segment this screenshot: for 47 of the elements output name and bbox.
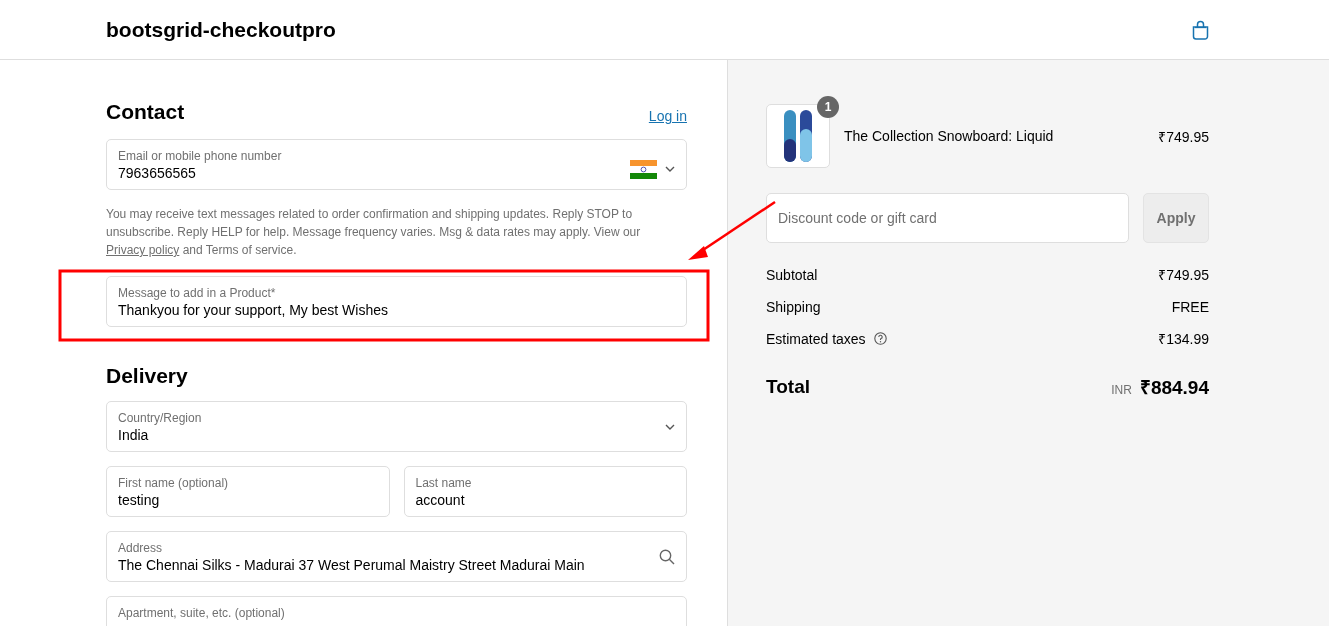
field-value: account — [415, 491, 466, 510]
summary-value: FREE — [1171, 298, 1209, 315]
field-label: Country/Region — [118, 411, 203, 426]
field-value: The Chennai Silks - Madurai 37 West Perumal Maistry Street Madurai Main — [118, 556, 586, 575]
product-name: The Collection Snowboard: Liquid — [844, 128, 1055, 144]
chevron-down-icon — [665, 424, 675, 430]
summary-label: Estimated taxes — [766, 330, 866, 347]
total-amount: ₹884.94 — [1139, 376, 1209, 400]
address-field[interactable]: Address The Chennai Silks - Madurai 37 West Perumal Maistry Street Madurai Main — [106, 531, 687, 582]
field-label: First name (optional) — [118, 476, 230, 491]
field-label: Apartment, suite, etc. (optional) — [118, 606, 286, 621]
discount-field[interactable]: Discount code or gift card — [766, 193, 1129, 243]
quantity-badge: 1 — [817, 96, 839, 118]
privacy-policy-link[interactable]: Privacy policy — [106, 243, 180, 257]
currency-code: INR — [1111, 383, 1132, 397]
search-icon — [659, 549, 675, 565]
summary-value: ₹134.99 — [1158, 330, 1209, 348]
field-value: India — [118, 426, 150, 445]
field-label: Address — [118, 541, 164, 556]
consent-text: You may receive text messages related to order confirmation and shipping updates. Reply STOP to unsubscribe. Reply HELP for help. Message frequency varies. Msg & data rates may apply. View our Privacy policy and Terms of service. — [106, 206, 642, 259]
summary-label: Subtotal — [766, 266, 818, 283]
snowboard-thumbnail — [766, 104, 830, 168]
text-field[interactable]: First name (optional) testing — [106, 466, 390, 517]
summary-label: Shipping — [766, 298, 821, 315]
total-label: Total — [766, 376, 810, 398]
apply-button[interactable]: Apply — [1143, 193, 1209, 243]
field-value: 7963656565 — [118, 164, 197, 183]
section-heading: Delivery — [106, 364, 189, 388]
text-field[interactable]: Apartment, suite, etc. (optional) — [106, 596, 687, 626]
text-field[interactable]: Last name account — [403, 466, 687, 517]
help-icon[interactable] — [873, 332, 887, 345]
phone-field[interactable]: Email or mobile phone number 7963656565 — [106, 139, 687, 190]
product-price: ₹749.95 — [1158, 127, 1209, 146]
field-value: Thankyou for your support, My best Wishes — [118, 301, 389, 320]
message-field[interactable]: Message to add in a Product* Thankyou for your support, My best Wishes — [106, 276, 687, 327]
select-field[interactable]: Country/Region India — [106, 401, 687, 452]
section-heading: Contact — [106, 100, 185, 124]
chevron-down-icon — [665, 166, 675, 172]
login-link[interactable]: Log in — [648, 108, 687, 124]
summary-value: ₹749.95 — [1158, 266, 1209, 284]
field-label: Message to add in a Product* — [118, 286, 277, 301]
india-flag-icon — [630, 159, 657, 179]
field-value: testing — [118, 491, 161, 510]
store-name[interactable]: bootsgrid-checkoutpro — [106, 17, 336, 42]
shopping-bag-icon[interactable] — [1192, 19, 1209, 40]
field-label: Last name — [415, 476, 473, 491]
field-label: Email or mobile phone number — [118, 149, 283, 164]
